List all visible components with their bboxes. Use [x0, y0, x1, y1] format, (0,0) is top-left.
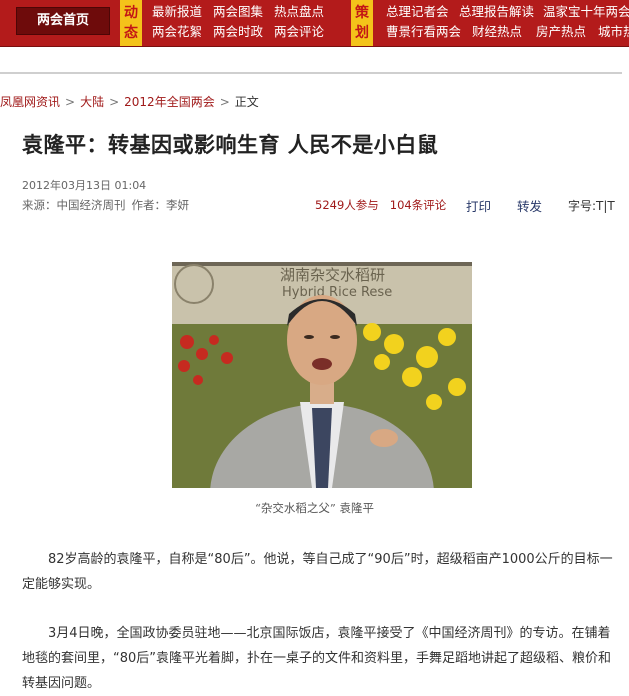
print-link[interactable]: 打印 [466, 196, 491, 215]
nav-link-report-analysis[interactable]: 总理报告解读 [459, 1, 534, 20]
breadcrumb-separator: > [109, 95, 120, 109]
article-source-line: 来源：中国经济周刊 作者：李妍 [22, 197, 189, 213]
nav-link-sidelights[interactable]: 两会花絮 [152, 21, 202, 40]
nav-link-hotspots[interactable]: 热点盘点 [274, 1, 324, 20]
article-source: 来源：中国经济周刊 [22, 198, 126, 212]
nav-link-wen-decade[interactable]: 温家宝十年两会 [543, 1, 629, 20]
paragraph-2-text: 3月4日晚，全国政协委员驻地——北京国际饭店，袁隆平接受了《中国经济周刊》的专访… [22, 626, 612, 691]
divider-bar [0, 72, 622, 74]
photo-sign-text-en: Hybrid Rice Rese [282, 285, 392, 300]
comments-link[interactable]: 104条评论 [390, 198, 446, 212]
article-photo: 湖南杂交水稻研 Hybrid Rice Rese [172, 262, 472, 488]
breadcrumb-current: 正文 [234, 95, 259, 109]
news-dynamics-tag: 动态 [120, 0, 142, 46]
breadcrumb-mainland[interactable]: 大陆 [80, 95, 104, 109]
nav-link-politics[interactable]: 两会时政 [213, 21, 263, 40]
breadcrumb-separator: > [65, 95, 76, 109]
nav-link-city[interactable]: 城市热 [598, 21, 629, 40]
engagement-stats: 5249人参与 104条评论 [315, 197, 446, 213]
breadcrumb-separator: > [219, 95, 230, 109]
breadcrumb-two-sessions[interactable]: 2012年全国两会 [124, 95, 215, 109]
participants-link[interactable]: 5249人参与 [315, 198, 379, 212]
nav-link-finance[interactable]: 财经热点 [472, 21, 522, 40]
photo-caption: “杂交水稻之父” 袁隆平 [255, 501, 374, 515]
article-date: 2012年03月13日 01:04 [22, 179, 147, 192]
breadcrumb: 凤凰网资讯 > 大陆 >2012年全国两会 > 正文 [0, 93, 259, 110]
home-button[interactable]: 两会首页 [16, 7, 110, 35]
forward-link[interactable]: 转发 [517, 196, 542, 215]
nav-link-gallery[interactable]: 两会图集 [213, 1, 263, 20]
paragraph-1-text: 82岁高龄的袁隆平，自称是“80后”。他说，等自己成了“90后”时，超级稻亩产1… [22, 552, 613, 592]
top-navigation: 两会首页 动态 最新报道 两会图集 热点盘点 两会花絮 两会时政 两会评论 策划… [0, 0, 629, 47]
nav-link-commentary[interactable]: 两会评论 [274, 21, 324, 40]
nav-link-realestate[interactable]: 房产热点 [536, 21, 586, 40]
nav-link-cao-jingxing[interactable]: 曹景行看两会 [386, 21, 461, 40]
breadcrumb-ifeng-news[interactable]: 凤凰网资讯 [0, 95, 60, 109]
article-paragraph-2: 3月4日晚，全国政协委员驻地——北京国际饭店，袁隆平接受了《中国经济周刊》的专访… [22, 621, 620, 696]
nav-link-premier-press[interactable]: 总理记者会 [386, 1, 449, 20]
font-size-control[interactable]: 字号:T|T [568, 197, 615, 214]
photo-sign-text: 湖南杂交水稻研 [280, 266, 385, 284]
special-planning-tag: 策划 [351, 0, 373, 46]
article-paragraph-1: 82岁高龄的袁隆平，自称是“80后”。他说，等自己成了“90后”时，超级稻亩产1… [22, 547, 620, 597]
nav-link-latest[interactable]: 最新报道 [152, 1, 202, 20]
article-title: 袁隆平：转基因或影响生育 人民不是小白鼠 [22, 132, 439, 157]
article-author: 作者：李妍 [131, 198, 190, 212]
